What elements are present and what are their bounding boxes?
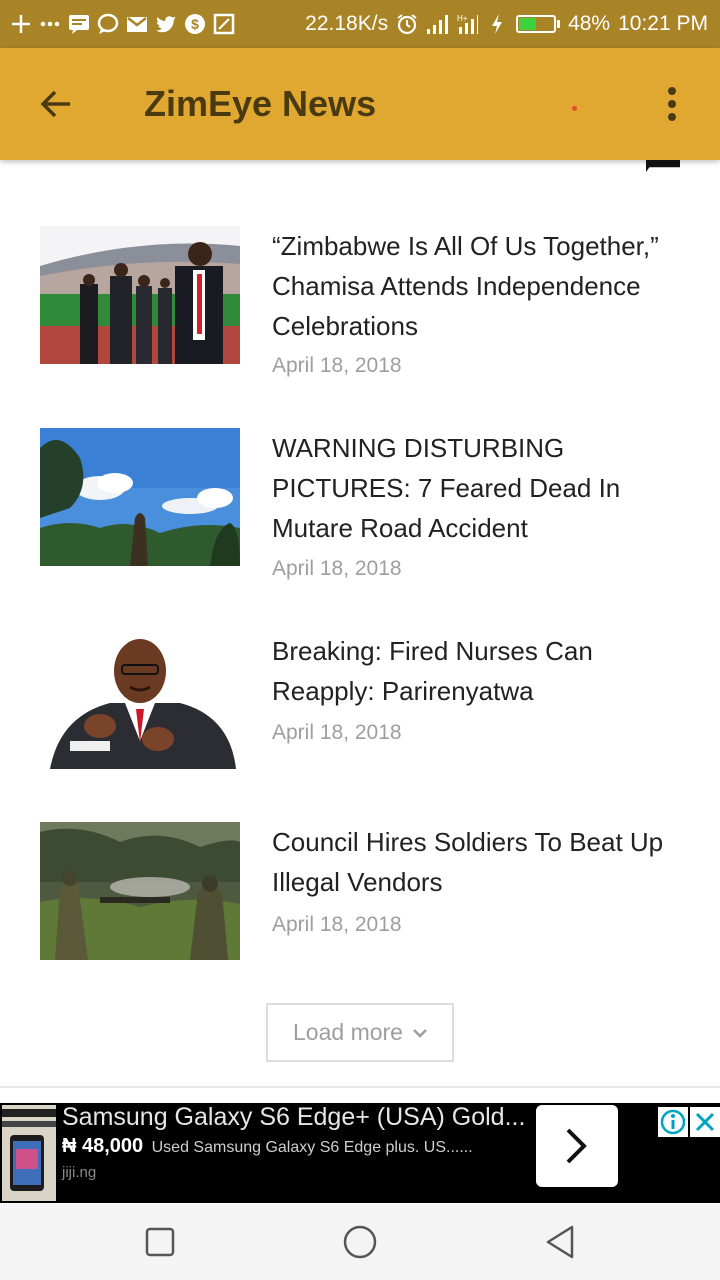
article-date: April 18, 2018 bbox=[272, 721, 402, 744]
svg-text:H+: H+ bbox=[457, 14, 468, 23]
battery-icon bbox=[516, 15, 561, 33]
load-more-button[interactable]: Load more bbox=[266, 1003, 454, 1062]
alarm-icon bbox=[396, 13, 418, 35]
chevron-right-icon bbox=[566, 1128, 587, 1164]
article-title: WARNING DISTURBING PICTURES: 7 Feared De… bbox=[272, 433, 621, 543]
home-button[interactable] bbox=[340, 1222, 380, 1262]
ad-domain: jiji.ng bbox=[62, 1164, 97, 1181]
article-thumbnail bbox=[40, 226, 240, 364]
triangle-back-icon bbox=[546, 1225, 574, 1259]
more-icon bbox=[39, 13, 61, 35]
article-item[interactable]: Council Hires Soldiers To Beat Up Illega… bbox=[40, 822, 680, 962]
ad-banner[interactable]: Samsung Galaxy S6 Edge+ (USA) Gold... ₦ … bbox=[0, 1103, 720, 1203]
arrow-back-icon bbox=[40, 90, 70, 118]
article-date: April 18, 2018 bbox=[272, 557, 402, 580]
battery-percent: 48% bbox=[568, 12, 611, 35]
more-vert-icon bbox=[668, 87, 676, 95]
ad-image bbox=[2, 1105, 56, 1201]
back-button[interactable] bbox=[28, 76, 84, 132]
chevron-down-icon bbox=[413, 1028, 427, 1038]
clock: 10:21 PM bbox=[618, 12, 708, 35]
ad-description: Used Samsung Galaxy S6 Edge plus. US....… bbox=[151, 1139, 473, 1156]
twitter-icon bbox=[155, 13, 177, 35]
article-item[interactable]: WARNING DISTURBING PICTURES: 7 Feared De… bbox=[40, 428, 680, 588]
article-thumbnail bbox=[40, 822, 240, 960]
ad-close-button[interactable] bbox=[690, 1107, 720, 1137]
screenshot-icon bbox=[213, 13, 235, 35]
ad-price: ₦ 48,000 bbox=[62, 1135, 144, 1157]
load-more-label: Load more bbox=[293, 1019, 403, 1045]
data-signal-icon: H+ bbox=[456, 13, 479, 35]
ad-info-button[interactable] bbox=[658, 1107, 688, 1137]
notification-dot bbox=[572, 106, 577, 111]
article-date: April 18, 2018 bbox=[272, 354, 402, 377]
article-date: April 18, 2018 bbox=[272, 913, 402, 936]
circle-icon bbox=[343, 1225, 377, 1259]
status-bar-right: 22.18K/s H+ 48% 10:21 PM bbox=[305, 12, 720, 36]
page-title: ZimEye News bbox=[144, 83, 377, 124]
ad-price-row: ₦ 48,000 Used Samsung Galaxy S6 Edge plu… bbox=[62, 1135, 473, 1158]
article-title: “Zimbabwe Is All Of Us Together,” Chamis… bbox=[272, 231, 659, 341]
svg-text:$: $ bbox=[191, 16, 199, 32]
status-bar: $ 22.18K/s H+ 48% 10:21 PM bbox=[0, 0, 720, 48]
article-thumbnail bbox=[40, 631, 240, 769]
article-item[interactable]: Breaking: Fired Nurses Can Reapply: Pari… bbox=[40, 631, 680, 769]
navigation-bar bbox=[0, 1204, 720, 1280]
ad-title: Samsung Galaxy S6 Edge+ (USA) Gold... bbox=[62, 1103, 526, 1131]
article-title: Council Hires Soldiers To Beat Up Illega… bbox=[272, 827, 664, 897]
app-icon: $ bbox=[184, 13, 206, 35]
article-title: Breaking: Fired Nurses Can Reapply: Pari… bbox=[272, 636, 593, 706]
plus-icon bbox=[10, 13, 32, 35]
gmail-icon bbox=[126, 13, 148, 35]
message-icon bbox=[68, 13, 90, 35]
charging-icon bbox=[486, 13, 508, 35]
square-icon bbox=[145, 1227, 175, 1257]
flag-tab bbox=[646, 160, 680, 172]
article-thumbnail bbox=[40, 428, 240, 566]
chat-icon bbox=[97, 13, 119, 35]
system-back-button[interactable] bbox=[540, 1222, 580, 1262]
status-bar-left-icons: $ bbox=[0, 13, 235, 35]
ad-open-button[interactable] bbox=[536, 1105, 618, 1187]
recents-button[interactable] bbox=[140, 1222, 180, 1262]
close-icon bbox=[695, 1112, 715, 1132]
signal-icon bbox=[426, 13, 449, 35]
article-item[interactable]: “Zimbabwe Is All Of Us Together,” Chamis… bbox=[40, 226, 680, 386]
app-bar: ZimEye News bbox=[0, 48, 720, 160]
network-speed: 22.18K/s bbox=[305, 12, 389, 35]
divider bbox=[0, 1086, 720, 1088]
info-icon bbox=[660, 1109, 686, 1135]
overflow-menu-button[interactable] bbox=[652, 84, 692, 124]
